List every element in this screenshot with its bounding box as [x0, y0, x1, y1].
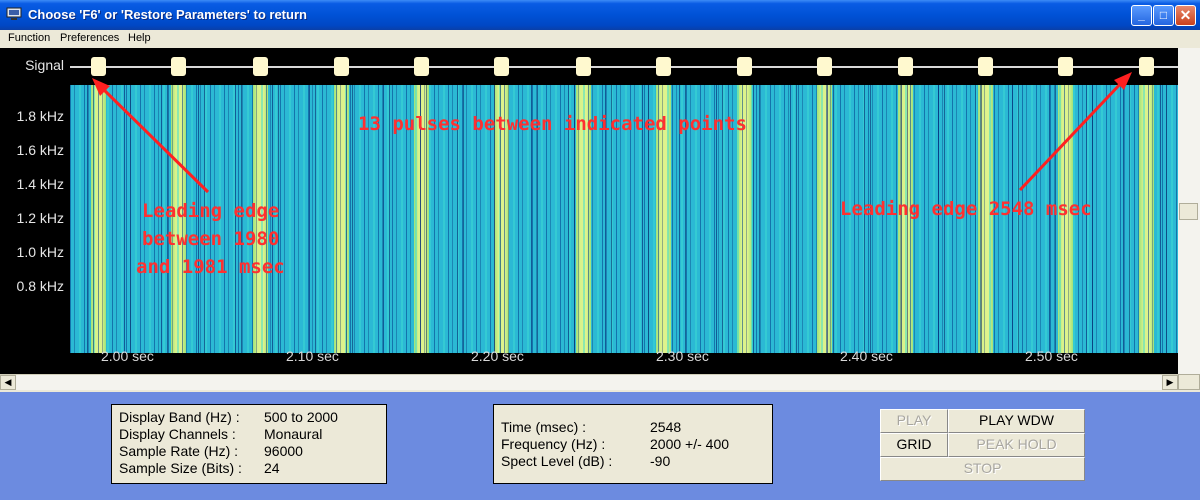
minimize-button[interactable]: _ [1131, 5, 1152, 26]
menu-help[interactable]: Help [128, 32, 151, 44]
title-bar: Choose 'F6' or 'Restore Parameters' to r… [0, 0, 1200, 30]
display-band-value: 500 to 2000 [264, 409, 338, 425]
stop-button[interactable]: STOP [880, 457, 1085, 481]
spect-level-value: -90 [650, 453, 671, 469]
vertical-scroll-thumb[interactable] [1179, 203, 1198, 220]
cursor-readout-box: Time (msec) : 2548 Frequency (Hz) : 2000… [493, 404, 773, 484]
right-arrow-icon: ▶ [1166, 377, 1174, 387]
app-icon [6, 7, 22, 20]
maximize-icon: □ [1159, 8, 1168, 22]
info-label: Time (msec) : [501, 419, 587, 435]
control-area: Display Band (Hz) : 500 to 2000 Display … [0, 392, 1200, 500]
close-button[interactable]: ✕ [1175, 5, 1196, 26]
play-button[interactable]: PLAY [880, 409, 948, 433]
grid-button[interactable]: GRID [880, 433, 948, 457]
close-icon: ✕ [1179, 7, 1192, 23]
info-label: Frequency (Hz) : [501, 436, 606, 452]
left-arrow [98, 84, 210, 194]
scroll-right-button[interactable]: ▶ [1162, 375, 1178, 390]
display-channels-value: Monaural [264, 426, 323, 442]
frequency-value: 2000 +/- 400 [650, 436, 730, 452]
menu-preferences[interactable]: Preferences [60, 32, 119, 44]
info-label: Sample Size (Bits) : [119, 460, 242, 476]
annotation-arrows [92, 72, 1132, 194]
info-label: Display Band (Hz) : [119, 409, 240, 425]
info-label: Sample Rate (Hz) : [119, 443, 239, 459]
spectrogram-panel: Signal 1.8 kHz 1.6 kHz 1.4 kHz 1.2 kHz 1… [0, 48, 1200, 390]
menu-function[interactable]: Function [8, 32, 50, 44]
info-label: Display Channels : [119, 426, 236, 442]
scroll-left-button[interactable]: ◀ [0, 375, 16, 390]
audio-settings-box: Display Band (Hz) : 500 to 2000 Display … [111, 404, 387, 484]
sample-size-value: 24 [264, 460, 280, 476]
maximize-button[interactable]: □ [1153, 5, 1174, 26]
menu-bar: Function Preferences Help [0, 30, 1200, 48]
play-window-button[interactable]: PLAY WDW [948, 409, 1085, 433]
horizontal-scrollbar[interactable]: ◀ ▶ [0, 374, 1178, 390]
sample-rate-value: 96000 [264, 443, 303, 459]
right-arrow [1018, 78, 1126, 192]
peak-hold-button[interactable]: PEAK HOLD [948, 433, 1085, 457]
minimize-icon: _ [1138, 8, 1145, 22]
scroll-corner [1178, 374, 1200, 390]
info-label: Spect Level (dB) : [501, 453, 613, 469]
vertical-scrollbar[interactable] [1178, 48, 1200, 390]
time-value: 2548 [650, 419, 682, 435]
left-arrow-icon: ◀ [4, 377, 12, 387]
window-title: Choose 'F6' or 'Restore Parameters' to r… [28, 7, 307, 22]
